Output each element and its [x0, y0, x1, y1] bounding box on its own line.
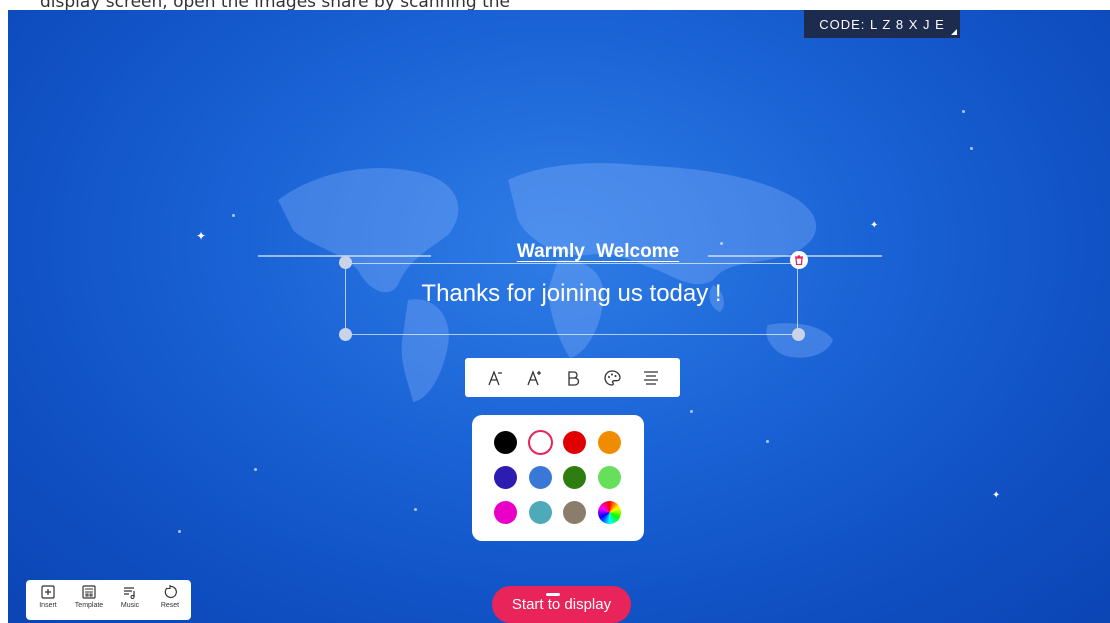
music-button[interactable]: Music: [111, 583, 149, 609]
start-display-button[interactable]: Start to display: [492, 586, 631, 623]
star-dot: [962, 110, 965, 113]
swatch-green[interactable]: [563, 466, 586, 489]
star-dot: [766, 440, 769, 443]
swatch-blue[interactable]: [529, 466, 552, 489]
swatch-custom-spectrum[interactable]: [598, 501, 621, 524]
reset-button[interactable]: Reset: [151, 583, 189, 609]
swatch-light-green[interactable]: [598, 466, 621, 489]
star-dot: [970, 147, 973, 150]
color-palette: [472, 415, 644, 541]
code-label: CODE:: [819, 16, 866, 32]
bold-button[interactable]: [559, 364, 587, 392]
top-strip: display screen, open the images share by…: [0, 0, 1110, 10]
reset-label: Reset: [160, 602, 180, 609]
delete-button[interactable]: [790, 251, 808, 269]
welcome-heading[interactable]: Warmly Welcome: [433, 241, 763, 263]
trash-icon: [795, 255, 803, 265]
resize-handle-bottom-right[interactable]: [792, 328, 805, 341]
display-stage[interactable]: CODE: L Z 8 X J E ✦ ✦ ✦ Warmly Welcome T…: [8, 10, 1110, 623]
resize-handle-bottom-left[interactable]: [339, 328, 352, 341]
template-label: Template: [74, 602, 104, 609]
swatch-teal[interactable]: [529, 501, 552, 524]
star-dot: [690, 410, 693, 413]
start-display-label: Start to display: [511, 596, 612, 613]
sparkle-icon: ✦: [992, 490, 1001, 501]
message-text[interactable]: Thanks for joining us today !: [345, 280, 798, 308]
ghost-text: display screen, open the images share by…: [40, 0, 510, 10]
music-list-icon: [124, 587, 135, 599]
insert-button[interactable]: Insert: [29, 583, 67, 609]
swatch-red[interactable]: [563, 431, 586, 454]
drag-notch-icon: [546, 593, 560, 596]
swatch-white-selected[interactable]: [528, 430, 553, 455]
code-value: L Z 8 X J E: [869, 16, 945, 32]
align-button[interactable]: [637, 364, 665, 392]
color-button[interactable]: [598, 364, 626, 392]
swatch-orange[interactable]: [598, 431, 621, 454]
align-icon: [643, 370, 658, 385]
star-dot: [254, 468, 257, 471]
resize-corner-icon: [951, 29, 957, 35]
music-label: Music: [120, 602, 140, 609]
template-button[interactable]: Template: [70, 583, 108, 609]
increase-font-button[interactable]: [520, 364, 548, 392]
star-dot: [414, 508, 417, 511]
sparkle-icon: ✦: [196, 229, 207, 243]
insert-label: Insert: [39, 602, 57, 609]
reset-icon: [164, 585, 177, 599]
swatch-magenta[interactable]: [494, 501, 517, 524]
increase-font-icon: [526, 369, 541, 385]
swatch-indigo[interactable]: [494, 466, 517, 489]
bold-icon: [567, 370, 579, 386]
room-code-badge: CODE: L Z 8 X J E: [804, 10, 960, 38]
resize-handle-top-left[interactable]: [339, 256, 352, 269]
star-dot: [232, 214, 235, 217]
sparkle-icon: ✦: [870, 220, 879, 231]
decrease-font-button[interactable]: [481, 364, 509, 392]
decrease-font-icon: [487, 369, 502, 385]
text-format-toolbar: [465, 358, 680, 397]
palette-icon: [603, 369, 621, 386]
bottom-toolbar: Insert Template Music Reset: [26, 580, 191, 620]
template-icon: [82, 585, 96, 599]
plus-square-icon: [41, 585, 55, 599]
star-dot: [178, 530, 181, 533]
swatch-taupe[interactable]: [563, 501, 586, 524]
swatch-black[interactable]: [494, 431, 517, 454]
